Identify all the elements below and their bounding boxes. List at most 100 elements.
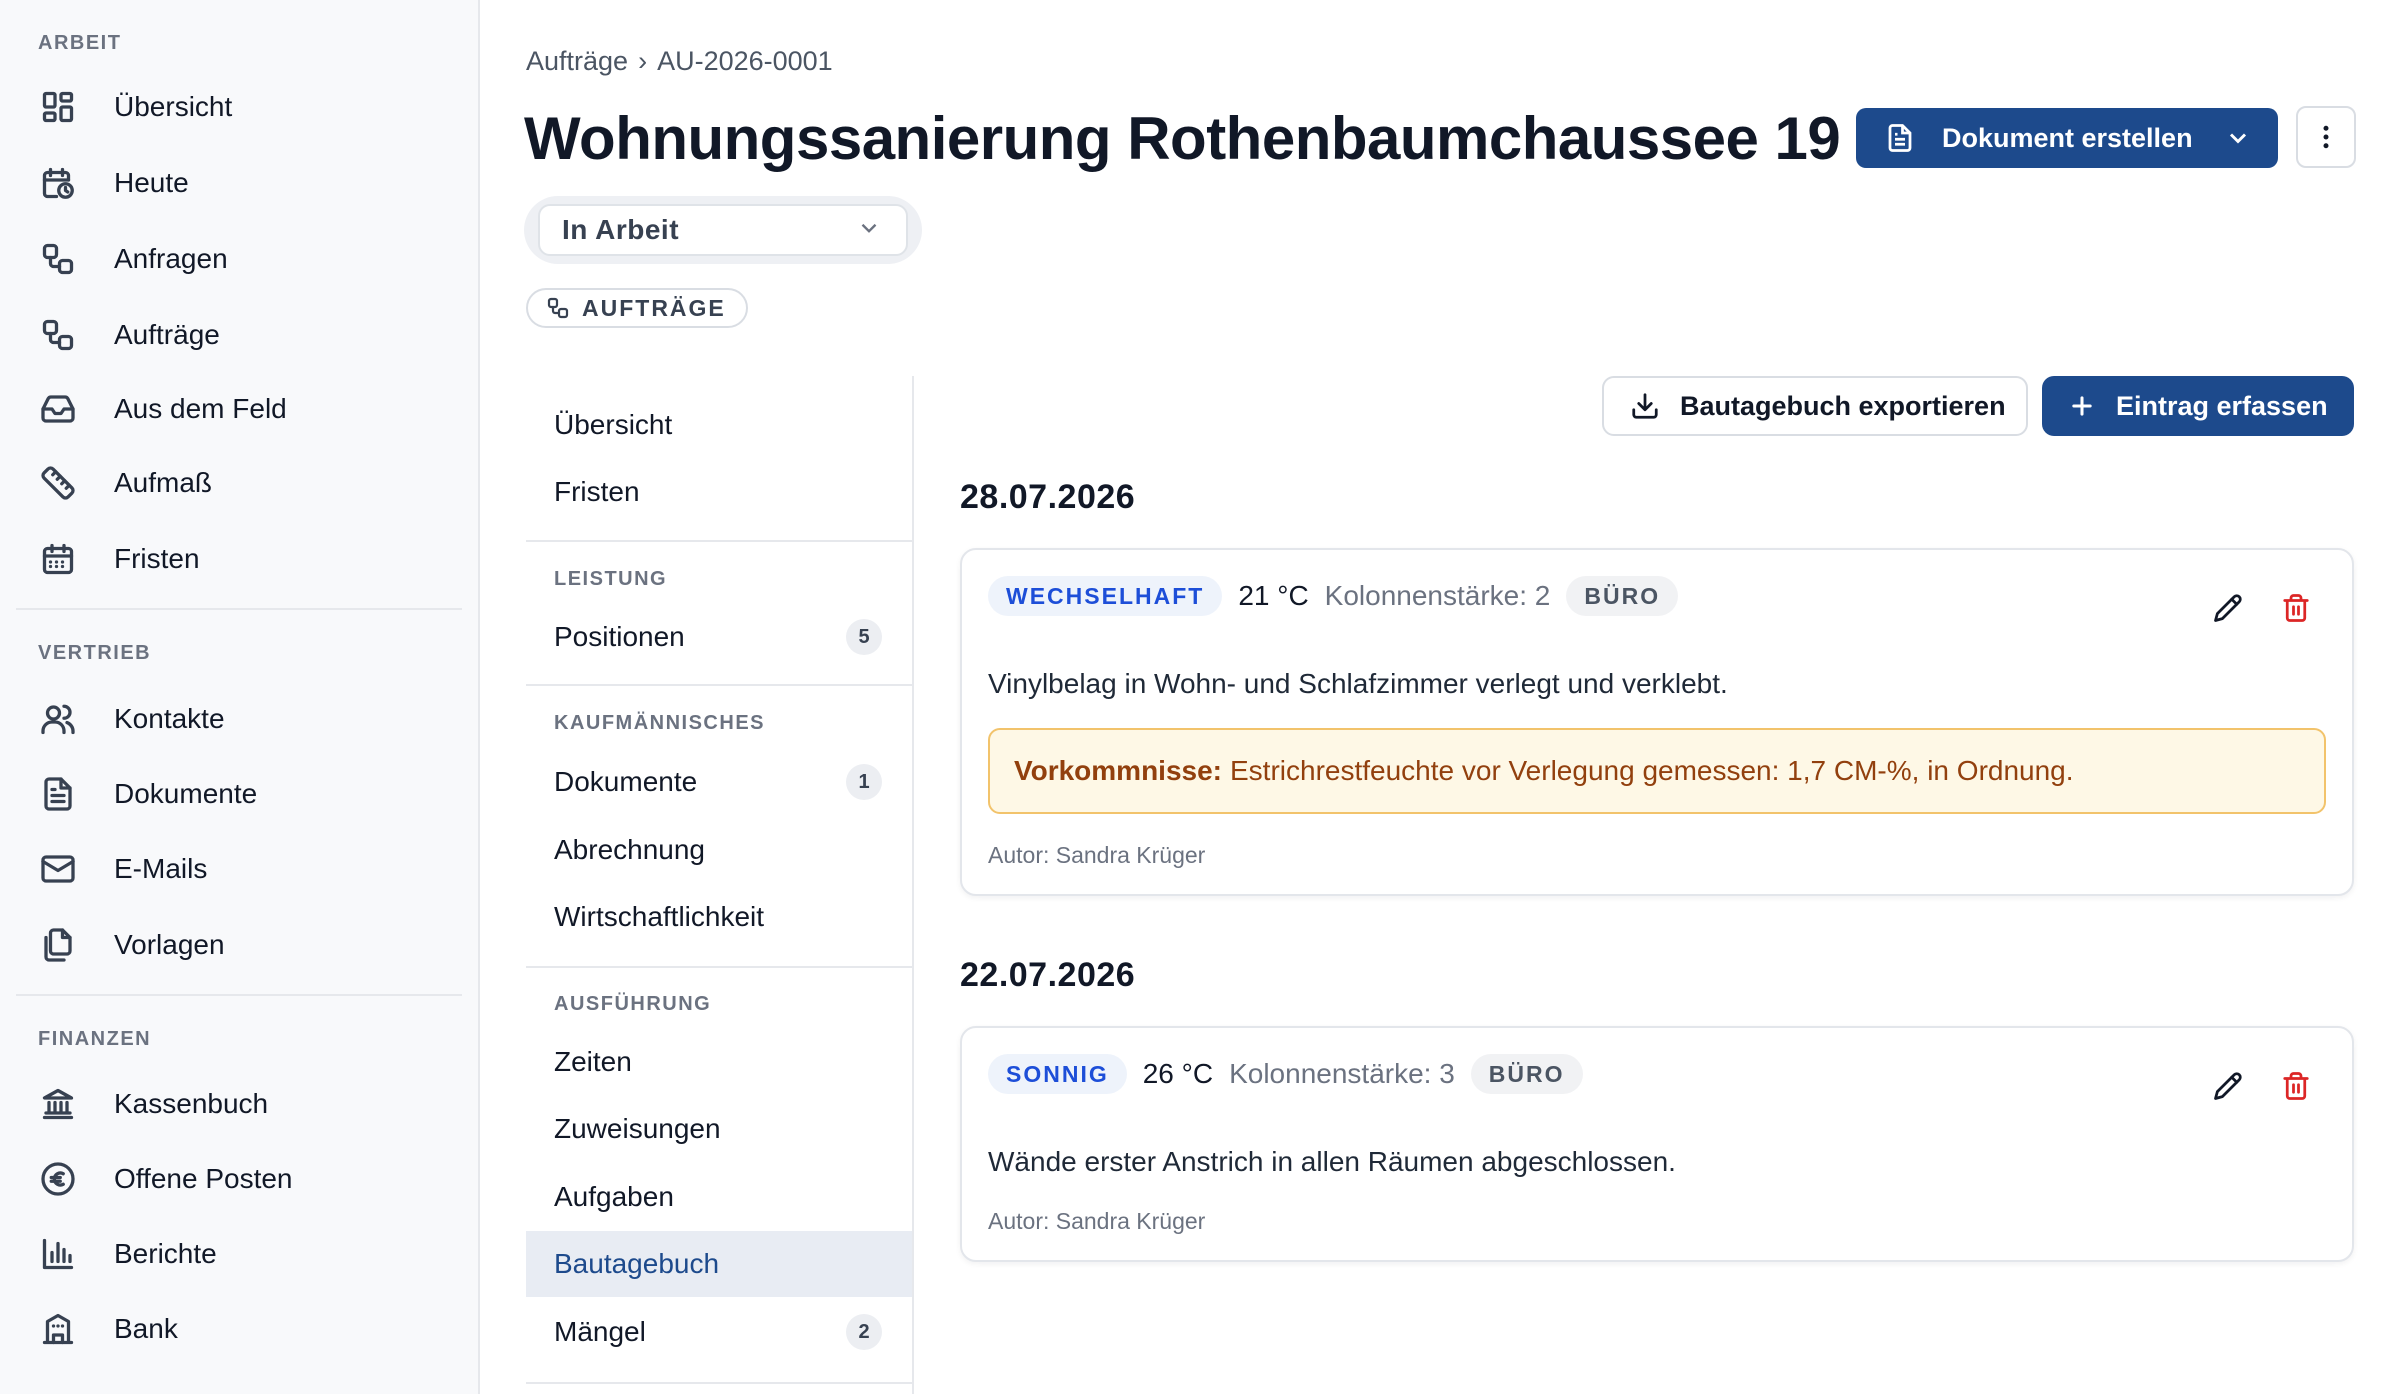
sidebar-item-aus-dem-feld[interactable]: Aus dem Feld — [16, 378, 462, 440]
category-tag[interactable]: AUFTRÄGE — [526, 288, 748, 328]
sidebar-section-title: VERTRIEB — [38, 642, 152, 664]
sidebar-item-aufmass[interactable]: Aufmaß — [16, 452, 462, 514]
sidebar-item-kontakte[interactable]: Kontakte — [16, 688, 462, 750]
workflow-icon — [547, 297, 569, 319]
entry-date: 22.07.2026 — [960, 956, 1136, 994]
sidebar-item-vorlagen[interactable]: Vorlagen — [16, 914, 462, 976]
bar-chart-icon — [38, 1234, 78, 1274]
sidebar-section-title: FINANZEN — [38, 1028, 152, 1050]
sidebar-item-uebersicht[interactable]: Übersicht — [16, 76, 462, 138]
subnav-item-positionen[interactable]: Positionen 5 — [526, 604, 912, 670]
breadcrumb-link-auftraege[interactable]: Aufträge — [526, 46, 628, 77]
subnav-item-maengel[interactable]: Mängel 2 — [526, 1299, 912, 1365]
sidebar-item-label: Fristen — [114, 543, 200, 574]
sidebar-item-label: Aufträge — [114, 319, 220, 350]
subnav-item-label: Dokumente — [554, 766, 698, 797]
entry-author: Autor: Sandra Krüger — [988, 1208, 1206, 1234]
plus-icon — [2072, 396, 2092, 416]
subnav-border — [912, 376, 914, 1394]
entry-description: Wände erster Anstrich in allen Räumen ab… — [988, 1146, 1676, 1177]
document-icon — [38, 774, 78, 814]
more-vertical-icon — [2323, 125, 2329, 149]
trash-icon[interactable] — [2274, 1064, 2318, 1108]
sidebar-item-label: Berichte — [114, 1238, 217, 1269]
sidebar-divider — [16, 994, 462, 996]
subnav-item-aufgaben[interactable]: Aufgaben — [526, 1164, 912, 1230]
subnav-item-label: Abrechnung — [554, 834, 706, 865]
sidebar-item-kassenbuch[interactable]: Kassenbuch — [16, 1073, 462, 1135]
subnav-item-label: Fristen — [554, 476, 640, 507]
breadcrumb: Aufträge › AU-2026-0001 — [526, 46, 833, 77]
export-log-button[interactable]: Bautagebuch exportieren — [1602, 376, 2028, 436]
workflow-icon — [38, 315, 78, 355]
trash-icon[interactable] — [2274, 586, 2318, 630]
subnav-divider — [526, 1382, 912, 1384]
count-badge: 1 — [846, 764, 882, 800]
edit-icon[interactable] — [2206, 1064, 2250, 1108]
sidebar-item-berichte[interactable]: Berichte — [16, 1223, 462, 1285]
sidebar-item-dokumente[interactable]: Dokumente — [16, 763, 462, 825]
entry-description: Vinylbelag in Wohn- und Schlafzimmer ver… — [988, 668, 1728, 699]
add-entry-button[interactable]: Eintrag erfassen — [2042, 376, 2354, 436]
count-badge: 2 — [846, 1314, 882, 1350]
subnav-item-label: Bautagebuch — [554, 1248, 720, 1279]
status-container: In Arbeit — [524, 196, 922, 264]
sidebar-item-label: Anfragen — [114, 243, 228, 274]
sidebar-item-label: Kassenbuch — [114, 1088, 269, 1119]
subnav-item-label: Zeiten — [554, 1046, 632, 1077]
sidebar-item-auftraege[interactable]: Aufträge — [16, 304, 462, 366]
subnav-item-dokumente[interactable]: Dokumente 1 — [526, 749, 912, 815]
export-log-label: Bautagebuch exportieren — [1680, 390, 2006, 421]
sidebar-item-offene-posten[interactable]: Offene Posten — [16, 1148, 462, 1210]
subnav-divider — [526, 966, 912, 968]
subnav-group-title: LEISTUNG — [554, 568, 668, 590]
subnav-item-fristen[interactable]: Fristen — [526, 459, 912, 525]
create-document-button[interactable]: Dokument erstellen — [1856, 108, 2278, 168]
subnav-divider — [526, 540, 912, 542]
subnav-item-label: Übersicht — [554, 409, 673, 440]
crew-size: Kolonnenstärke: 2 — [1324, 580, 1551, 611]
building-icon — [38, 1309, 78, 1349]
status-value: In Arbeit — [562, 214, 680, 245]
subnav-item-uebersicht[interactable]: Übersicht — [526, 392, 912, 458]
sidebar-item-bank[interactable]: Bank — [16, 1298, 462, 1360]
create-document-label: Dokument erstellen — [1942, 122, 2193, 153]
sidebar-item-fristen[interactable]: Fristen — [16, 528, 462, 590]
subnav-item-zuweisungen[interactable]: Zuweisungen — [526, 1096, 912, 1162]
subnav-item-label: Aufgaben — [554, 1181, 674, 1212]
calendar-clock-icon — [38, 163, 78, 203]
sidebar-section-title: ARBEIT — [38, 32, 122, 54]
sidebar-item-label: Dokumente — [114, 778, 258, 809]
count-badge: 5 — [846, 619, 882, 655]
sidebar-item-label: E-Mails — [114, 853, 208, 884]
status-select[interactable]: In Arbeit — [538, 204, 908, 256]
sidebar-item-anfragen[interactable]: Anfragen — [16, 228, 462, 290]
temperature: 26 °C — [1142, 1058, 1214, 1089]
subnav-group-title: KAUFMÄNNISCHES — [554, 712, 765, 734]
sidebar-item-heute[interactable]: Heute — [16, 152, 462, 214]
sidebar-divider — [16, 608, 462, 610]
sidebar-item-emails[interactable]: E-Mails — [16, 838, 462, 900]
more-actions-button[interactable] — [2296, 106, 2356, 168]
edit-icon[interactable] — [2206, 586, 2250, 630]
origin-badge: BÜRO — [1566, 576, 1679, 616]
chevron-down-icon — [856, 215, 882, 246]
calendar-icon — [38, 539, 78, 579]
add-entry-label: Eintrag erfassen — [2116, 390, 2328, 421]
page-title: Wohnungssanierung Rothenbaumchaussee 19 — [524, 105, 1841, 172]
subnav-item-abrechnung[interactable]: Abrechnung — [526, 817, 912, 883]
sidebar-item-label: Übersicht — [114, 91, 233, 122]
subnav-item-bautagebuch[interactable]: Bautagebuch — [526, 1231, 912, 1297]
subnav-item-label: Positionen — [554, 621, 685, 652]
subnav-item-zeiten[interactable]: Zeiten — [526, 1029, 912, 1095]
subnav-item-label: Zuweisungen — [554, 1113, 721, 1144]
subnav-item-wirtschaftlichkeit[interactable]: Wirtschaftlichkeit — [526, 884, 912, 950]
mail-icon — [38, 849, 78, 889]
subnav-item-label: Wirtschaftlichkeit — [554, 901, 765, 932]
chevron-down-icon[interactable] — [2224, 124, 2252, 152]
subnav-divider — [526, 684, 912, 686]
sidebar-item-label: Heute — [114, 167, 189, 198]
sidebar: ARBEIT Übersicht Heute Anfragen Aufträge… — [0, 0, 480, 1394]
sidebar-item-label: Vorlagen — [114, 929, 225, 960]
origin-badge: BÜRO — [1470, 1054, 1583, 1094]
